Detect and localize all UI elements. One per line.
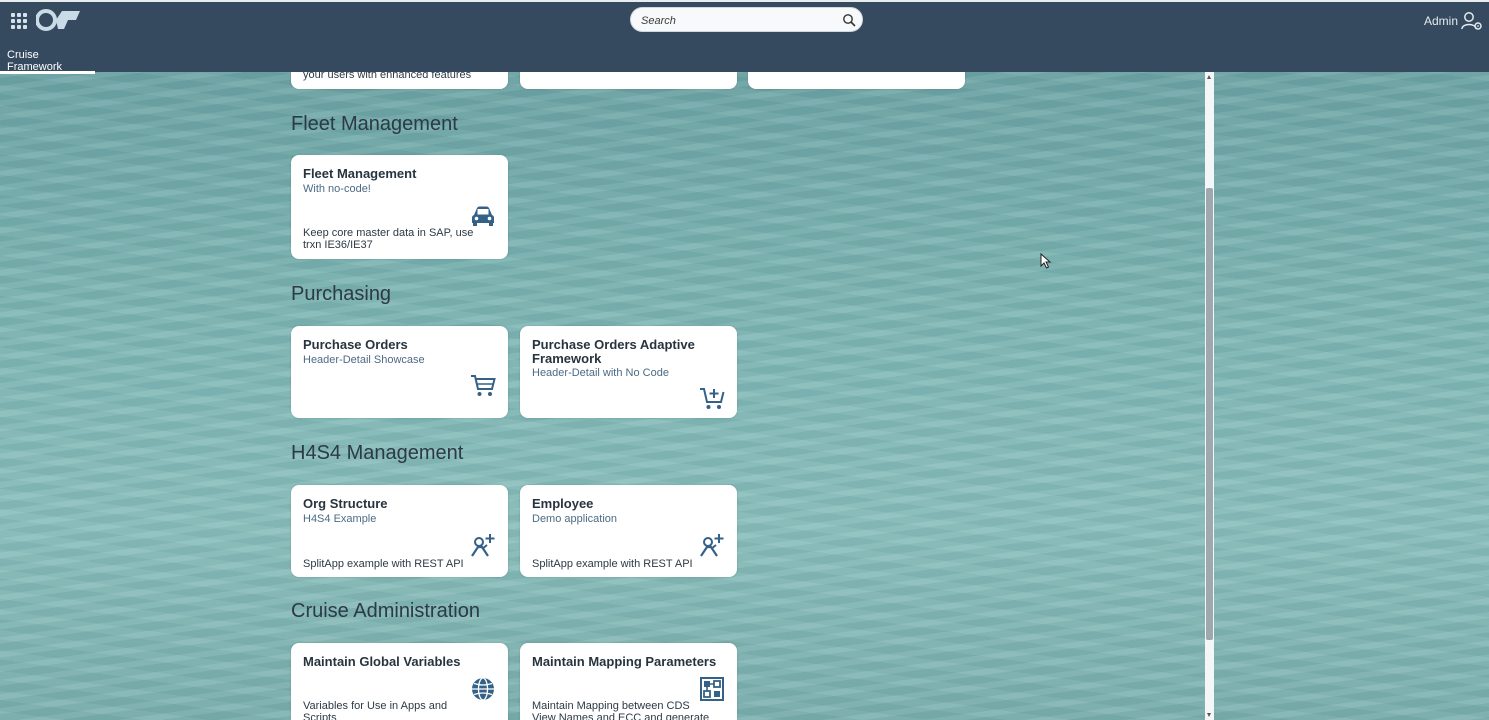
globe-icon xyxy=(472,677,494,701)
tile-title: Maintain Global Variables xyxy=(303,654,461,669)
tile-employee[interactable]: Employee Demo application SplitApp examp… xyxy=(520,485,737,577)
scroll-up-icon[interactable] xyxy=(1207,75,1211,79)
tile-org-structure[interactable]: Org Structure H4S4 Example SplitApp exam… xyxy=(291,485,508,577)
tab-cruise-framework[interactable]: Cruise Framework xyxy=(0,43,95,74)
tile-title: Employee xyxy=(532,496,594,511)
cart-add-icon xyxy=(700,388,725,409)
search-field[interactable] xyxy=(630,7,863,32)
shell-header: Admin Cruise Framework xyxy=(0,0,1489,74)
mouse-pointer-icon xyxy=(1040,253,1052,269)
scroll-down-icon[interactable] xyxy=(1207,713,1211,717)
tile-top-1[interactable]: your users with enhanced features xyxy=(291,72,508,89)
tile-footer: Maintain Mapping between CDS View Names … xyxy=(532,700,710,720)
tile-subtitle: Demo application xyxy=(532,513,617,525)
tile-title: Fleet Management xyxy=(303,166,417,181)
tile-maintain-mapping-parameters[interactable]: Maintain Mapping Parameters Maintain Map… xyxy=(520,643,737,720)
tile-maintain-global-variables[interactable]: Maintain Global Variables Variables for … xyxy=(291,643,508,720)
search-input[interactable] xyxy=(639,11,838,30)
tile-title: Org Structure xyxy=(303,496,388,511)
add-employee-icon xyxy=(471,534,495,557)
tile-fleet-management[interactable]: Fleet Management With no-code! Keep core… xyxy=(291,155,508,259)
tile-subtitle: Header-Detail with No Code xyxy=(532,367,669,379)
tile-title: Purchase Orders Adaptive Framework xyxy=(532,337,695,366)
tile-top-2[interactable] xyxy=(520,72,737,89)
group-title-fleet-management: Fleet Management xyxy=(291,113,458,135)
tile-subtitle: H4S4 Example xyxy=(303,513,377,525)
tile-top-3[interactable] xyxy=(748,72,965,89)
app-launcher-icon[interactable] xyxy=(11,13,27,29)
scrollbar-thumb[interactable] xyxy=(1206,188,1213,640)
tile-subtitle: Header-Detail Showcase xyxy=(303,354,425,366)
launchpad-content: your users with enhanced features Fleet … xyxy=(280,72,1206,720)
group-title-h4s4-management: H4S4 Management xyxy=(291,442,464,464)
tile-purchase-orders[interactable]: Purchase Orders Header-Detail Showcase xyxy=(291,326,508,418)
tile-purchase-orders-adaptive[interactable]: Purchase Orders Adaptive Framework Heade… xyxy=(520,326,737,418)
mapping-icon xyxy=(700,677,724,701)
tile-footer: SplitApp example with REST API xyxy=(532,558,693,570)
tile-subtitle: With no-code! xyxy=(303,183,371,195)
group-title-purchasing: Purchasing xyxy=(291,283,392,305)
user-name[interactable]: Admin xyxy=(1424,14,1458,28)
search-icon[interactable] xyxy=(842,13,856,27)
add-employee-icon xyxy=(700,534,724,557)
tile-footer: SplitApp example with REST API xyxy=(303,558,464,570)
group-title-cruise-administration: Cruise Administration xyxy=(291,600,480,622)
tile-footer: your users with enhanced features xyxy=(303,72,472,81)
tile-title: Purchase Orders xyxy=(303,337,408,352)
tile-footer: Variables for Use in Apps and Scripts xyxy=(303,700,448,720)
content-scrollbar[interactable] xyxy=(1205,72,1214,720)
cart-icon xyxy=(471,375,496,396)
car-icon xyxy=(472,206,494,226)
tile-footer: Keep core master data in SAP, use trxn I… xyxy=(303,227,474,251)
user-settings-icon[interactable] xyxy=(1461,11,1483,31)
tile-title: Maintain Mapping Parameters xyxy=(532,654,717,669)
company-logo[interactable] xyxy=(36,9,82,31)
